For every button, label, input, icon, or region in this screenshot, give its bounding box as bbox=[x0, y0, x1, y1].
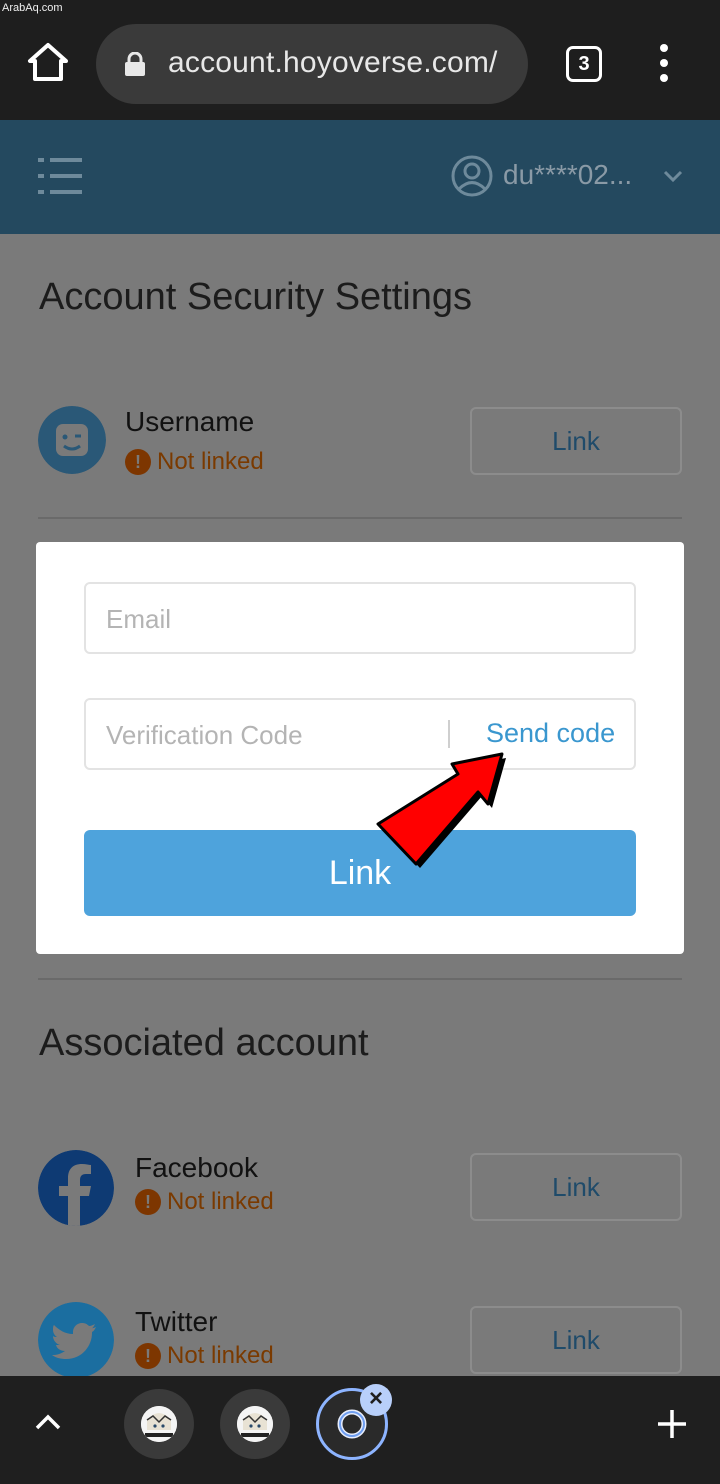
twitter-label: Twitter bbox=[135, 1306, 218, 1337]
url-text: account.hoyoverse.com/ bbox=[168, 46, 498, 79]
account-username[interactable]: du****02... bbox=[503, 159, 632, 191]
verification-code-field[interactable]: Verification Code Send code bbox=[84, 698, 636, 770]
verification-code-placeholder: Verification Code bbox=[106, 720, 303, 750]
twitter-status-text: Not linked bbox=[167, 1342, 274, 1369]
associated-account-title: Associated account bbox=[39, 1022, 369, 1064]
link-submit-button[interactable]: Link bbox=[84, 830, 636, 916]
link-email-dialog: Email Verification Code Send code Link bbox=[36, 542, 684, 954]
warning-icon: ! bbox=[135, 1189, 161, 1215]
facebook-icon bbox=[38, 1150, 114, 1226]
username-link-button[interactable]: Link bbox=[470, 407, 682, 475]
twitter-icon bbox=[38, 1302, 114, 1378]
home-icon[interactable] bbox=[26, 40, 70, 84]
arrow-annotation bbox=[376, 752, 506, 868]
twitter-link-button[interactable]: Link bbox=[470, 1306, 682, 1374]
kebab-menu-icon[interactable] bbox=[654, 44, 674, 88]
username-status: ! Not linked bbox=[125, 448, 264, 476]
divider bbox=[38, 517, 682, 519]
page-title: Account Security Settings bbox=[39, 276, 472, 318]
facebook-status-text: Not linked bbox=[167, 1188, 274, 1215]
username-label: Username bbox=[125, 406, 255, 437]
facebook-status: ! Not linked bbox=[135, 1188, 274, 1216]
warning-icon: ! bbox=[125, 449, 151, 475]
site-header: du****02... bbox=[0, 120, 720, 234]
chevron-up-icon[interactable] bbox=[34, 1412, 62, 1432]
browser-toolbar: account.hoyoverse.com/ 3 bbox=[0, 0, 720, 120]
username-status-text: Not linked bbox=[157, 448, 264, 475]
close-icon[interactable]: × bbox=[360, 1384, 392, 1416]
warning-icon: ! bbox=[135, 1343, 161, 1369]
email-field[interactable]: Email bbox=[84, 582, 636, 654]
twitter-status: ! Not linked bbox=[135, 1342, 274, 1370]
account-avatar-icon[interactable] bbox=[450, 154, 494, 198]
url-bar[interactable]: account.hoyoverse.com/ bbox=[96, 24, 528, 104]
email-placeholder: Email bbox=[106, 604, 172, 634]
face-icon bbox=[38, 406, 106, 474]
loading-icon bbox=[337, 1409, 367, 1439]
watermark: ArabAq.com bbox=[2, 2, 63, 14]
tab-favicon bbox=[141, 1406, 177, 1442]
tab-thumbnail[interactable] bbox=[124, 1389, 194, 1459]
lock-icon bbox=[125, 52, 145, 76]
plus-icon[interactable] bbox=[656, 1408, 688, 1440]
facebook-label: Facebook bbox=[135, 1152, 258, 1183]
hamburger-icon[interactable] bbox=[38, 156, 82, 196]
chevron-down-icon[interactable] bbox=[662, 168, 684, 184]
tab-switcher-button[interactable]: 3 bbox=[566, 46, 602, 82]
tab-strip: × bbox=[0, 1376, 720, 1484]
tab-thumbnail[interactable] bbox=[220, 1389, 290, 1459]
divider bbox=[38, 978, 682, 980]
facebook-link-button[interactable]: Link bbox=[470, 1153, 682, 1221]
tab-favicon bbox=[237, 1406, 273, 1442]
